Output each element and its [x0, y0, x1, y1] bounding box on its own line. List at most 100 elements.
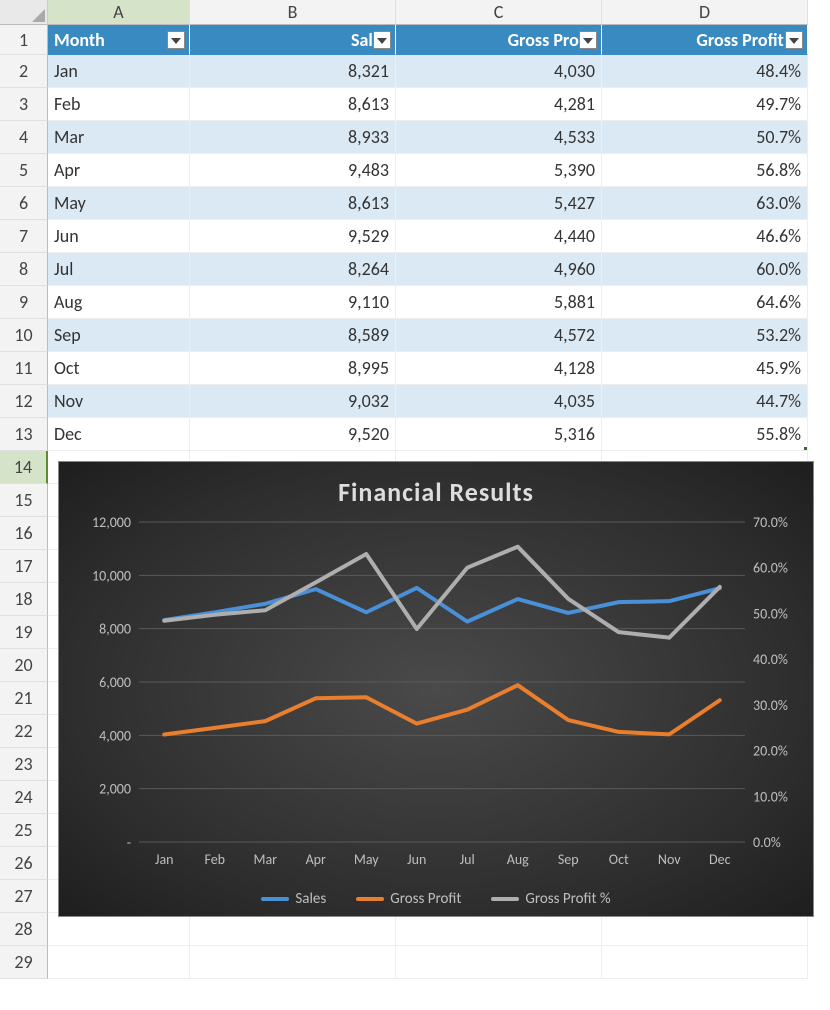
- cell[interactable]: 53.2%: [602, 319, 808, 352]
- row-header-1[interactable]: 1: [0, 25, 48, 55]
- cell[interactable]: 8,589: [190, 319, 396, 352]
- column-header-B[interactable]: B: [190, 0, 396, 25]
- cell[interactable]: [396, 913, 602, 946]
- cell[interactable]: [190, 946, 396, 979]
- column-header-D[interactable]: D: [602, 0, 808, 25]
- cell[interactable]: 48.4%: [602, 55, 808, 88]
- cell[interactable]: Jul: [48, 253, 190, 286]
- row-header-22[interactable]: 22: [0, 715, 48, 748]
- cell[interactable]: Nov: [48, 385, 190, 418]
- row-header-23[interactable]: 23: [0, 748, 48, 781]
- cell[interactable]: 9,032: [190, 385, 396, 418]
- cell[interactable]: Apr: [48, 154, 190, 187]
- cell[interactable]: [48, 913, 190, 946]
- cell[interactable]: [396, 946, 602, 979]
- row-header-8[interactable]: 8: [0, 253, 48, 286]
- cell[interactable]: 4,572: [396, 319, 602, 352]
- row-header-11[interactable]: 11: [0, 352, 48, 385]
- cell[interactable]: [602, 913, 808, 946]
- row-header-18[interactable]: 18: [0, 583, 48, 616]
- cell[interactable]: 8,995: [190, 352, 396, 385]
- cell[interactable]: 64.6%: [602, 286, 808, 319]
- cell[interactable]: 63.0%: [602, 187, 808, 220]
- cell[interactable]: 5,881: [396, 286, 602, 319]
- table-header[interactable]: Gross Profit %: [602, 25, 808, 55]
- cell[interactable]: 9,110: [190, 286, 396, 319]
- table-header[interactable]: Gross Profit: [396, 25, 602, 55]
- cell[interactable]: Dec: [48, 418, 190, 451]
- column-header-A[interactable]: A: [48, 0, 190, 25]
- row-header-14[interactable]: 14: [0, 451, 48, 484]
- column-header-C[interactable]: C: [396, 0, 602, 25]
- cell[interactable]: Jan: [48, 55, 190, 88]
- row-header-25[interactable]: 25: [0, 814, 48, 847]
- table-header[interactable]: Month: [48, 25, 190, 55]
- cell[interactable]: 9,483: [190, 154, 396, 187]
- cell[interactable]: 5,316: [396, 418, 602, 451]
- cell[interactable]: 49.7%: [602, 88, 808, 121]
- cell[interactable]: 45.9%: [602, 352, 808, 385]
- filter-dropdown-icon[interactable]: [167, 31, 185, 49]
- cell[interactable]: 8,264: [190, 253, 396, 286]
- row-header-2[interactable]: 2: [0, 55, 48, 88]
- cell[interactable]: [190, 913, 396, 946]
- cell[interactable]: 4,533: [396, 121, 602, 154]
- cell[interactable]: 55.8%: [602, 418, 808, 451]
- cell[interactable]: Jun: [48, 220, 190, 253]
- row-header-12[interactable]: 12: [0, 385, 48, 418]
- row-header-6[interactable]: 6: [0, 187, 48, 220]
- cell[interactable]: Mar: [48, 121, 190, 154]
- filter-dropdown-icon[interactable]: [579, 31, 597, 49]
- row-header-24[interactable]: 24: [0, 781, 48, 814]
- row-header-16[interactable]: 16: [0, 517, 48, 550]
- cell[interactable]: Aug: [48, 286, 190, 319]
- cell[interactable]: 4,440: [396, 220, 602, 253]
- cell[interactable]: Oct: [48, 352, 190, 385]
- filter-dropdown-icon[interactable]: [785, 31, 803, 49]
- row-header-19[interactable]: 19: [0, 616, 48, 649]
- cell[interactable]: 4,035: [396, 385, 602, 418]
- row-header-3[interactable]: 3: [0, 88, 48, 121]
- cell[interactable]: 8,613: [190, 187, 396, 220]
- cell[interactable]: 8,321: [190, 55, 396, 88]
- legend-item[interactable]: Gross Profit: [356, 890, 461, 908]
- row-header-15[interactable]: 15: [0, 484, 48, 517]
- row-header-20[interactable]: 20: [0, 649, 48, 682]
- cell[interactable]: Sep: [48, 319, 190, 352]
- cell[interactable]: 46.6%: [602, 220, 808, 253]
- row-header-13[interactable]: 13: [0, 418, 48, 451]
- cell[interactable]: 4,960: [396, 253, 602, 286]
- cell[interactable]: 5,427: [396, 187, 602, 220]
- cell[interactable]: 5,390: [396, 154, 602, 187]
- cell[interactable]: 60.0%: [602, 253, 808, 286]
- filter-dropdown-icon[interactable]: [373, 31, 391, 49]
- cell[interactable]: 4,281: [396, 88, 602, 121]
- table-header[interactable]: Sales: [190, 25, 396, 55]
- row-header-5[interactable]: 5: [0, 154, 48, 187]
- row-header-10[interactable]: 10: [0, 319, 48, 352]
- row-header-4[interactable]: 4: [0, 121, 48, 154]
- legend-item[interactable]: Sales: [261, 890, 326, 908]
- cell[interactable]: 9,520: [190, 418, 396, 451]
- row-header-29[interactable]: 29: [0, 946, 48, 979]
- row-header-17[interactable]: 17: [0, 550, 48, 583]
- row-header-9[interactable]: 9: [0, 286, 48, 319]
- cell[interactable]: 4,128: [396, 352, 602, 385]
- row-header-27[interactable]: 27: [0, 880, 48, 913]
- cell[interactable]: 56.8%: [602, 154, 808, 187]
- cell[interactable]: 8,613: [190, 88, 396, 121]
- cell[interactable]: 9,529: [190, 220, 396, 253]
- cell[interactable]: 8,933: [190, 121, 396, 154]
- cell[interactable]: 44.7%: [602, 385, 808, 418]
- row-header-26[interactable]: 26: [0, 847, 48, 880]
- fill-handle[interactable]: [804, 447, 808, 451]
- cell[interactable]: Feb: [48, 88, 190, 121]
- chart-container[interactable]: Financial Results -2,0004,0006,0008,0001…: [58, 461, 814, 917]
- cell[interactable]: [48, 946, 190, 979]
- select-all-corner[interactable]: [0, 0, 48, 25]
- cell[interactable]: May: [48, 187, 190, 220]
- cell[interactable]: [602, 946, 808, 979]
- legend-item[interactable]: Gross Profit %: [491, 890, 610, 908]
- row-header-28[interactable]: 28: [0, 913, 48, 946]
- cell[interactable]: 4,030: [396, 55, 602, 88]
